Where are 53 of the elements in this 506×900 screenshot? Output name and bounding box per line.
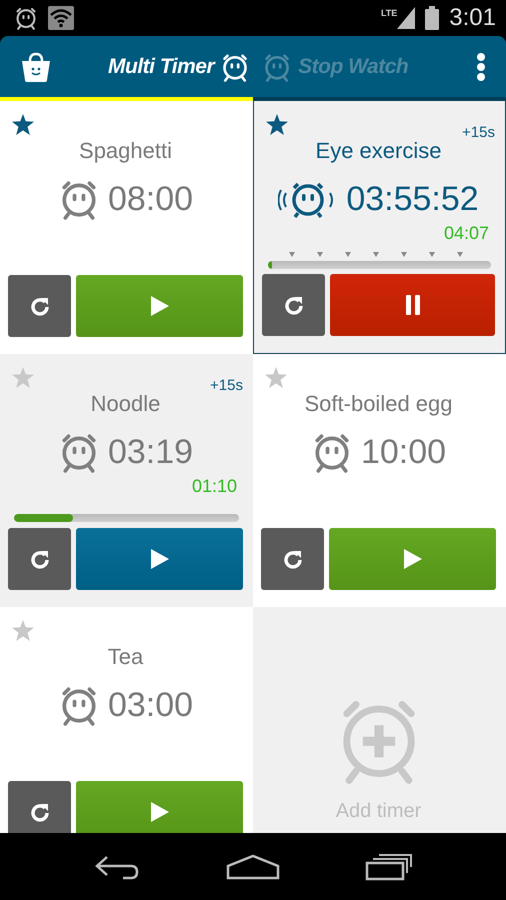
star-icon[interactable] [266, 114, 288, 135]
reset-icon [30, 549, 50, 569]
timer-time: 03:55:52 [346, 180, 479, 218]
timer-name: Eye exercise [316, 138, 442, 163]
reset-button[interactable] [261, 528, 324, 590]
shopping-bag-icon[interactable] [20, 52, 52, 82]
timer-name: Tea [108, 644, 144, 669]
wifi-icon [48, 6, 74, 30]
timer-time: 10:00 [360, 432, 446, 472]
start-button[interactable] [76, 528, 243, 590]
alarm-icon [14, 6, 38, 30]
timer-time: 03:19 [108, 432, 194, 472]
recent-apps-icon[interactable] [365, 853, 414, 881]
star-icon[interactable] [12, 367, 34, 388]
extend-button[interactable]: +15s [462, 124, 495, 141]
star-icon[interactable] [12, 620, 34, 641]
play-icon [150, 296, 168, 316]
reset-button[interactable] [8, 528, 71, 590]
timer-name: Spaghetti [79, 138, 172, 163]
tab[interactable]: Multi Timer [104, 52, 254, 82]
timer-card[interactable]: +15s Eye exercise 03:55:52 04:07 [253, 101, 506, 354]
pause-icon [406, 295, 420, 315]
network-type: LTE [380, 8, 398, 18]
clock: 3:01 [449, 4, 496, 32]
play-icon [150, 802, 168, 822]
reset-button[interactable] [8, 275, 71, 337]
reset-button[interactable] [262, 274, 325, 336]
extend-button[interactable]: +15s [210, 377, 243, 394]
timer-card[interactable]: +15s Noodle 03:19 01:10 [0, 354, 253, 607]
menu-icon[interactable] [476, 52, 486, 82]
reset-icon [282, 549, 302, 569]
timer-time: 03:00 [108, 686, 194, 724]
timer-time: 08:00 [108, 180, 194, 218]
reset-button[interactable] [8, 781, 71, 833]
start-button[interactable] [76, 781, 243, 833]
home-icon[interactable] [226, 854, 280, 880]
back-icon[interactable] [92, 854, 141, 880]
star-icon[interactable] [12, 114, 34, 135]
timer-name: Noodle [90, 391, 160, 416]
elapsed-time: 01:10 [192, 476, 238, 498]
reset-icon [284, 295, 304, 315]
play-icon [404, 549, 422, 569]
signal-icon [397, 7, 416, 29]
reset-icon [30, 296, 50, 316]
start-button[interactable] [329, 528, 496, 590]
start-button[interactable] [76, 275, 243, 337]
start-button[interactable] [330, 274, 495, 336]
play-icon [150, 549, 168, 569]
reset-icon [30, 802, 50, 822]
elapsed-time: 04:07 [444, 223, 490, 245]
battery-icon [425, 6, 440, 30]
star-icon[interactable] [265, 367, 287, 388]
timer-name: Soft-boiled egg [304, 391, 452, 416]
